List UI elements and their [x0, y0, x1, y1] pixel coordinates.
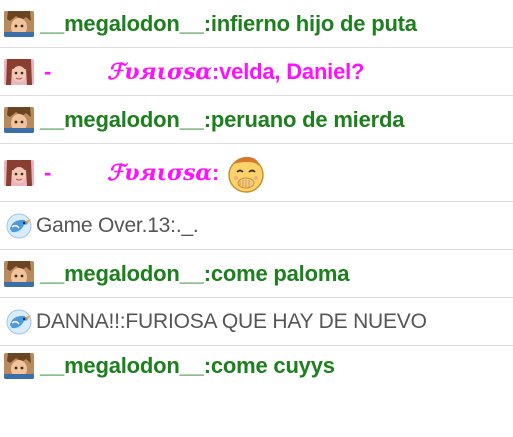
message-text: infierno hijo de puta: [210, 11, 417, 36]
message-separator: :: [203, 107, 211, 132]
chat-message: __megalodon__: come paloma: [0, 250, 513, 298]
chat-message: - ℱυяισѕα:: [0, 144, 513, 202]
message-prefix: -: [44, 160, 52, 185]
message-username[interactable]: ℱυяισѕα: [107, 59, 212, 85]
message-username[interactable]: Game Over.13: [36, 214, 170, 238]
message-separator: :: [212, 160, 220, 185]
chat-message: __megalodon__: peruano de mierda: [0, 96, 513, 144]
chat-message: __megalodon__: come cuyys: [0, 346, 513, 386]
message-text: velda, Daniel?: [219, 59, 365, 84]
brown-haired-avatar-icon[interactable]: [4, 261, 34, 287]
pink-avatar-icon[interactable]: [4, 59, 34, 85]
chat-message: DANNA!!: FURIOSA QUE HAY DE NUEVO: [0, 298, 513, 346]
laughing-emoji-icon: [225, 152, 267, 194]
message-separator: :: [212, 59, 220, 84]
chat-message: - ℱυяισѕα: velda, Daniel?: [0, 48, 513, 96]
message-prefix: -: [44, 59, 52, 84]
message-text: ._.: [175, 214, 199, 237]
brown-haired-avatar-icon[interactable]: [4, 11, 34, 37]
message-username[interactable]: DANNA!!: [36, 310, 120, 334]
message-text: come cuyys: [210, 353, 335, 378]
message-text: come paloma: [210, 261, 350, 286]
message-separator: :: [203, 353, 211, 378]
brown-haired-avatar-icon[interactable]: [4, 353, 34, 379]
message-separator: :: [203, 11, 211, 36]
message-username[interactable]: __megalodon__: [40, 261, 204, 287]
message-username[interactable]: ℱυяισѕα: [107, 160, 212, 186]
message-username[interactable]: __megalodon__: [40, 11, 204, 37]
chat-message: __megalodon__: infierno hijo de puta: [0, 0, 513, 48]
message-text: FURIOSA QUE HAY DE NUEVO: [125, 310, 427, 333]
blue-bird-icon[interactable]: [6, 213, 32, 239]
chat-log: __megalodon__: infierno hijo de puta - ℱ…: [0, 0, 513, 437]
pink-avatar-icon[interactable]: [4, 160, 34, 186]
brown-haired-avatar-icon[interactable]: [4, 107, 34, 133]
message-username[interactable]: __megalodon__: [40, 107, 204, 133]
chat-message: Game Over.13: ._.: [0, 202, 513, 250]
message-username[interactable]: __megalodon__: [40, 353, 204, 379]
blue-bird-icon[interactable]: [6, 309, 32, 335]
message-separator: :: [203, 261, 211, 286]
message-text: peruano de mierda: [210, 107, 405, 132]
